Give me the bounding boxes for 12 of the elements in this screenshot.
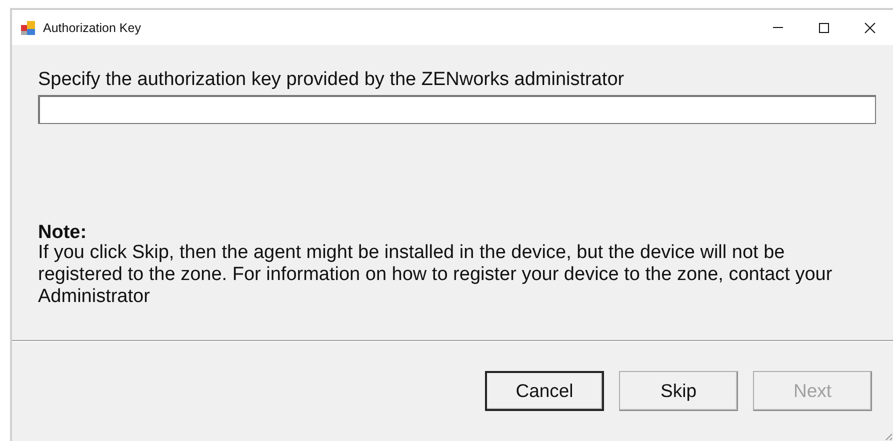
prompt-label: Specify the authorization key provided by the ZENworks administrator [38, 70, 626, 90]
note-heading: Note: [38, 224, 88, 242]
resize-grip-icon[interactable] [883, 431, 893, 441]
dialog-button[interactable]: Cancel [485, 371, 604, 411]
minimize-icon [773, 27, 783, 28]
authorization-key-field[interactable] [38, 95, 876, 124]
window-title: Authorization Key [43, 20, 141, 34]
dialog-button[interactable]: Skip [619, 371, 738, 411]
note-text: If you click Skip, then the agent might be installed in the device, but the device will not be registered to the zone. For information on how to register your device to the zone, contact your Administrator [38, 242, 834, 308]
maximize-icon [818, 22, 830, 34]
close-icon [864, 22, 876, 34]
app-icon [20, 20, 36, 36]
